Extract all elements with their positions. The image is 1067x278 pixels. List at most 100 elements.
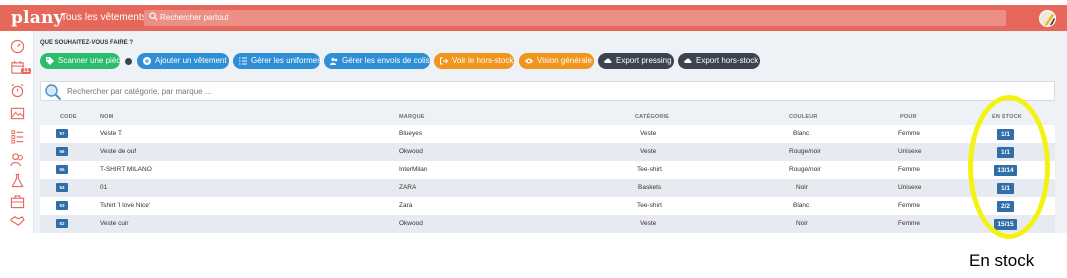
users-icon (330, 57, 338, 65)
users-icon[interactable] (10, 152, 25, 167)
cell-category: Veste (640, 130, 657, 137)
cell-name: Veste T (100, 130, 122, 137)
manage-uniforms-button[interactable]: Gérer les uniformes (233, 53, 322, 69)
eye-icon (525, 58, 533, 64)
user-avatar[interactable] (1039, 10, 1056, 27)
cell-brand: Okwood (399, 148, 423, 155)
cell-color: Rouge/noir (789, 148, 821, 155)
cell-name: T-SHIRT MILANO (100, 166, 152, 173)
cell-target: Unisexe (898, 184, 922, 191)
calendar-badge: 11 (21, 68, 32, 74)
plus-circle-icon (143, 57, 151, 65)
main-content: QUE SOUHAITEZ-VOUS FAIRE ? Scanner une p… (34, 31, 1061, 233)
cell-color: Noir (796, 184, 808, 191)
handshake-icon[interactable] (10, 214, 25, 229)
search-icon (45, 84, 62, 101)
code-badge: 53 (56, 201, 68, 210)
cell-name: Tshirt 'I love Nice' (100, 202, 151, 209)
briefcase-icon[interactable] (10, 194, 25, 209)
highlight-ellipse (968, 95, 1050, 239)
cell-target: Femme (898, 220, 921, 227)
manage-shipments-button[interactable]: Gérer les envois de colis (324, 53, 430, 69)
alarm-clock-icon[interactable] (10, 83, 25, 98)
code-badge: 52 (56, 219, 68, 228)
sidebar: 11 (0, 31, 34, 233)
cell-color: Noir (796, 220, 808, 227)
annotation-caption: En stock (969, 251, 1035, 270)
scan-piece-label: Scanner une pièce (58, 56, 125, 65)
app-window: plany Tous les vêtements Rechercher part… (0, 5, 1067, 233)
column-header-brand[interactable]: MARQUE (399, 114, 425, 120)
cell-category: Baskets (638, 184, 662, 191)
code-badge: 56 (56, 147, 68, 156)
cell-target: Femme (898, 130, 921, 137)
cell-category: Veste (640, 148, 657, 155)
top-bar: plany Tous les vêtements Rechercher part… (0, 5, 1067, 31)
cell-color: Blanc (793, 130, 810, 137)
column-header-category[interactable]: CATÉGORIE (635, 114, 669, 120)
view-out-of-stock-button[interactable]: Voir le hors-stock (434, 53, 514, 69)
cell-color: Rouge/noir (789, 166, 821, 173)
table-row[interactable]: 54 01 ZARA Baskets Noir Unisexe 1/1 (40, 179, 1055, 197)
page-title: Tous les vêtements (61, 12, 147, 23)
cell-category: Tee-shirt (637, 166, 662, 173)
code-badge: 55 (56, 165, 68, 174)
cell-name: Veste de ouf (100, 148, 137, 155)
column-header-color[interactable]: COULEUR (789, 114, 818, 120)
table-row[interactable]: 52 Veste cuir Okwood Veste Noir Femme 15… (40, 215, 1055, 233)
cell-brand: Blueyes (399, 130, 423, 137)
filter-search-input[interactable]: Rechercher par catégorie, par marque ... (40, 81, 1055, 101)
code-badge: 54 (56, 183, 68, 192)
cell-brand: ZARA (399, 184, 417, 191)
export-pressing-label: Export pressing (616, 56, 672, 65)
cell-target: Unisexe (898, 148, 922, 155)
cloud-download-icon (604, 58, 612, 63)
separator-dot (125, 58, 132, 65)
app-logo[interactable]: plany (11, 8, 64, 28)
sign-out-icon (440, 57, 448, 65)
tag-icon (46, 57, 54, 65)
table-row[interactable]: 53 Tshirt 'I love Nice' Zara Tee-shirt B… (40, 197, 1055, 215)
list-icon (239, 57, 247, 65)
cell-color: Blanc (793, 202, 810, 209)
column-header-name[interactable]: NOM (100, 114, 113, 120)
add-garment-label: Ajouter un vêtement (155, 56, 227, 65)
speedometer-icon[interactable] (10, 39, 25, 54)
flask-icon[interactable] (10, 173, 25, 188)
cell-category: Veste (640, 220, 657, 227)
cell-brand: InterMilan (399, 166, 428, 173)
view-out-of-stock-label: Voir le hors-stock (452, 56, 514, 65)
column-header-code[interactable]: CODE (60, 114, 77, 120)
table-row[interactable]: 56 Veste de ouf Okwood Veste Rouge/noir … (40, 143, 1055, 161)
table-row[interactable]: 55 T-SHIRT MILANO InterMilan Tee-shirt R… (40, 161, 1055, 179)
add-garment-button[interactable]: Ajouter un vêtement (137, 53, 229, 69)
table-row[interactable]: 57 Veste T Blueyes Veste Blanc Femme 1/1 (40, 125, 1055, 143)
cell-brand: Zara (399, 202, 413, 209)
manage-uniforms-label: Gérer les uniformes (251, 56, 322, 65)
cloud-download-icon (684, 58, 692, 63)
export-out-of-stock-label: Export hors-stock (696, 56, 759, 65)
general-view-label: Vision générale (537, 56, 593, 65)
general-view-button[interactable]: Vision générale (519, 53, 594, 69)
cell-target: Femme (898, 202, 921, 209)
global-search-placeholder: Rechercher partout (160, 13, 229, 22)
scan-piece-button[interactable]: Scanner une pièce (40, 53, 125, 69)
search-icon (149, 12, 158, 21)
avatar-image (1044, 14, 1055, 26)
actions-heading: QUE SOUHAITEZ-VOUS FAIRE ? (40, 40, 134, 46)
cell-name: Veste cuir (100, 220, 129, 227)
export-out-of-stock-button[interactable]: Export hors-stock (678, 53, 760, 69)
cell-name: 01 (100, 184, 108, 191)
list-icon[interactable] (10, 129, 25, 144)
export-pressing-button[interactable]: Export pressing (598, 53, 674, 69)
filter-search-placeholder: Rechercher par catégorie, par marque ... (67, 87, 212, 96)
image-icon[interactable] (10, 106, 25, 121)
cell-target: Femme (898, 166, 921, 173)
cell-category: Tee-shirt (637, 202, 662, 209)
global-search-input[interactable]: Rechercher partout (144, 10, 1006, 26)
code-badge: 57 (56, 129, 68, 138)
manage-shipments-label: Gérer les envois de colis (342, 56, 430, 65)
cell-brand: Okwood (399, 220, 423, 227)
table-header: CODE NOM MARQUE CATÉGORIE COULEUR POUR E… (40, 111, 1055, 125)
column-header-target[interactable]: POUR (900, 114, 917, 120)
